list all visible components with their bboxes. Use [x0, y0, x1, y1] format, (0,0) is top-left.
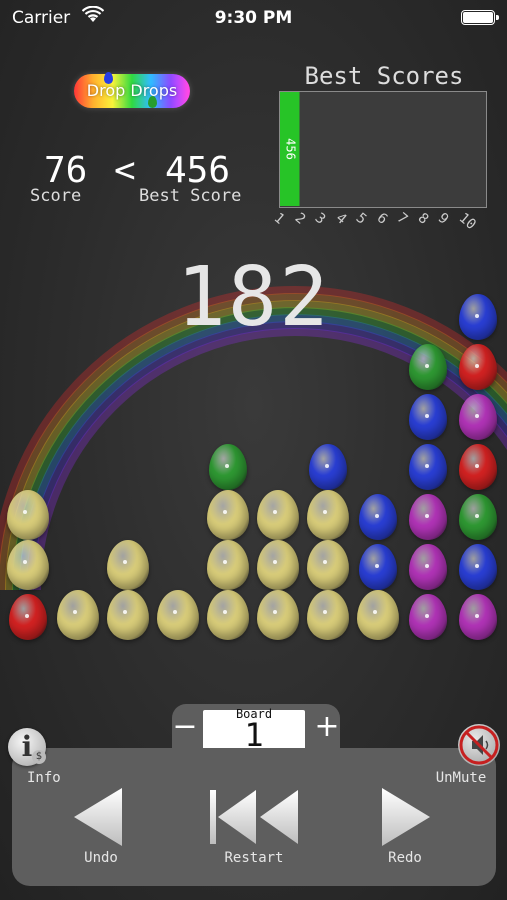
score-comparator: < [114, 150, 136, 191]
yellow-egg[interactable] [207, 490, 249, 540]
magenta-egg[interactable] [459, 594, 497, 640]
yellow-egg[interactable] [7, 490, 49, 540]
blue-egg[interactable] [459, 544, 497, 590]
current-score: 76 [44, 150, 88, 191]
best-scores-plot: 456 [280, 92, 300, 206]
blue-egg[interactable] [359, 494, 397, 540]
yellow-egg[interactable] [257, 540, 299, 590]
green-egg[interactable] [209, 444, 247, 490]
logo-text: Drop Drops [86, 81, 178, 100]
yellow-egg[interactable] [257, 490, 299, 540]
best-scores-tick-label: 5 [352, 210, 370, 228]
score-label: Score [30, 186, 82, 206]
best-scores-tick-label: 7 [393, 210, 411, 228]
board-plus-button[interactable]: + [312, 710, 342, 744]
unmute-label: UnMute [435, 770, 487, 786]
moves-counter: 182 [176, 250, 331, 345]
red-egg[interactable] [459, 344, 497, 390]
best-scores-tick-label: 8 [414, 210, 431, 228]
magenta-egg[interactable] [409, 544, 447, 590]
undo-button[interactable] [72, 786, 126, 848]
unmute-button[interactable] [458, 724, 500, 766]
best-scores-tick-label: 1 [270, 210, 288, 228]
yellow-egg[interactable] [57, 590, 99, 640]
best-score: 456 [165, 150, 231, 191]
yellow-egg[interactable] [357, 590, 399, 640]
dollar-badge-icon: $ [32, 750, 46, 764]
yellow-egg[interactable] [307, 590, 349, 640]
redo-label: Redo [388, 850, 422, 866]
board-minus-button[interactable]: − [170, 710, 200, 744]
yellow-egg[interactable] [307, 540, 349, 590]
best-score-bar-label: 456 [283, 138, 297, 160]
status-bar: Carrier 9:30 PM [0, 0, 507, 36]
best-scores-tick-label: 6 [373, 210, 390, 228]
green-egg[interactable] [409, 344, 447, 390]
blue-egg[interactable] [359, 544, 397, 590]
clock-time: 9:30 PM [214, 8, 293, 28]
undo-arrow-icon [74, 788, 122, 846]
info-label: Info [27, 770, 61, 786]
blue-egg[interactable] [309, 444, 347, 490]
restart-icon [210, 790, 298, 844]
info-button[interactable]: i $ [8, 728, 46, 766]
yellow-egg[interactable] [257, 590, 299, 640]
app-logo: Drop Drops [74, 72, 190, 108]
blue-egg[interactable] [459, 294, 497, 340]
yellow-egg[interactable] [307, 490, 349, 540]
red-egg[interactable] [9, 594, 47, 640]
best-scores-tick-label: 9 [434, 210, 452, 228]
best-scores-tick-label: 10 [455, 210, 479, 234]
blue-egg[interactable] [409, 394, 447, 440]
magenta-egg[interactable] [459, 394, 497, 440]
redo-arrow-icon [382, 788, 430, 846]
muted-speaker-icon [459, 725, 499, 765]
redo-button[interactable] [378, 786, 432, 848]
logo-drop-icon [104, 72, 113, 84]
best-scores-tick-label: 2 [291, 210, 308, 228]
magenta-egg[interactable] [409, 594, 447, 640]
yellow-egg[interactable] [207, 540, 249, 590]
battery-icon [461, 10, 499, 25]
best-scores-tick-label: 4 [332, 210, 349, 228]
game-screen: Carrier 9:30 PM Drop Drops 76 < 456 Scor… [0, 0, 507, 900]
best-scores-axis: 1 2 3 4 5 6 7 8 9 10 [271, 210, 489, 234]
best-scores-tick-label: 3 [311, 210, 329, 228]
logo-drop-icon [148, 96, 157, 108]
restart-button[interactable] [208, 788, 300, 846]
magenta-egg[interactable] [409, 494, 447, 540]
undo-label: Undo [84, 850, 118, 866]
best-score-label: Best Score [139, 186, 242, 206]
red-egg[interactable] [459, 444, 497, 490]
blue-egg[interactable] [409, 444, 447, 490]
restart-label: Restart [224, 850, 284, 866]
best-scores-title: Best Scores [304, 62, 464, 90]
green-egg[interactable] [459, 494, 497, 540]
yellow-egg[interactable] [207, 590, 249, 640]
yellow-egg[interactable] [157, 590, 199, 640]
best-scores-chart: 456 [279, 91, 487, 208]
yellow-egg[interactable] [7, 540, 49, 590]
yellow-egg[interactable] [107, 590, 149, 640]
yellow-egg[interactable] [107, 540, 149, 590]
